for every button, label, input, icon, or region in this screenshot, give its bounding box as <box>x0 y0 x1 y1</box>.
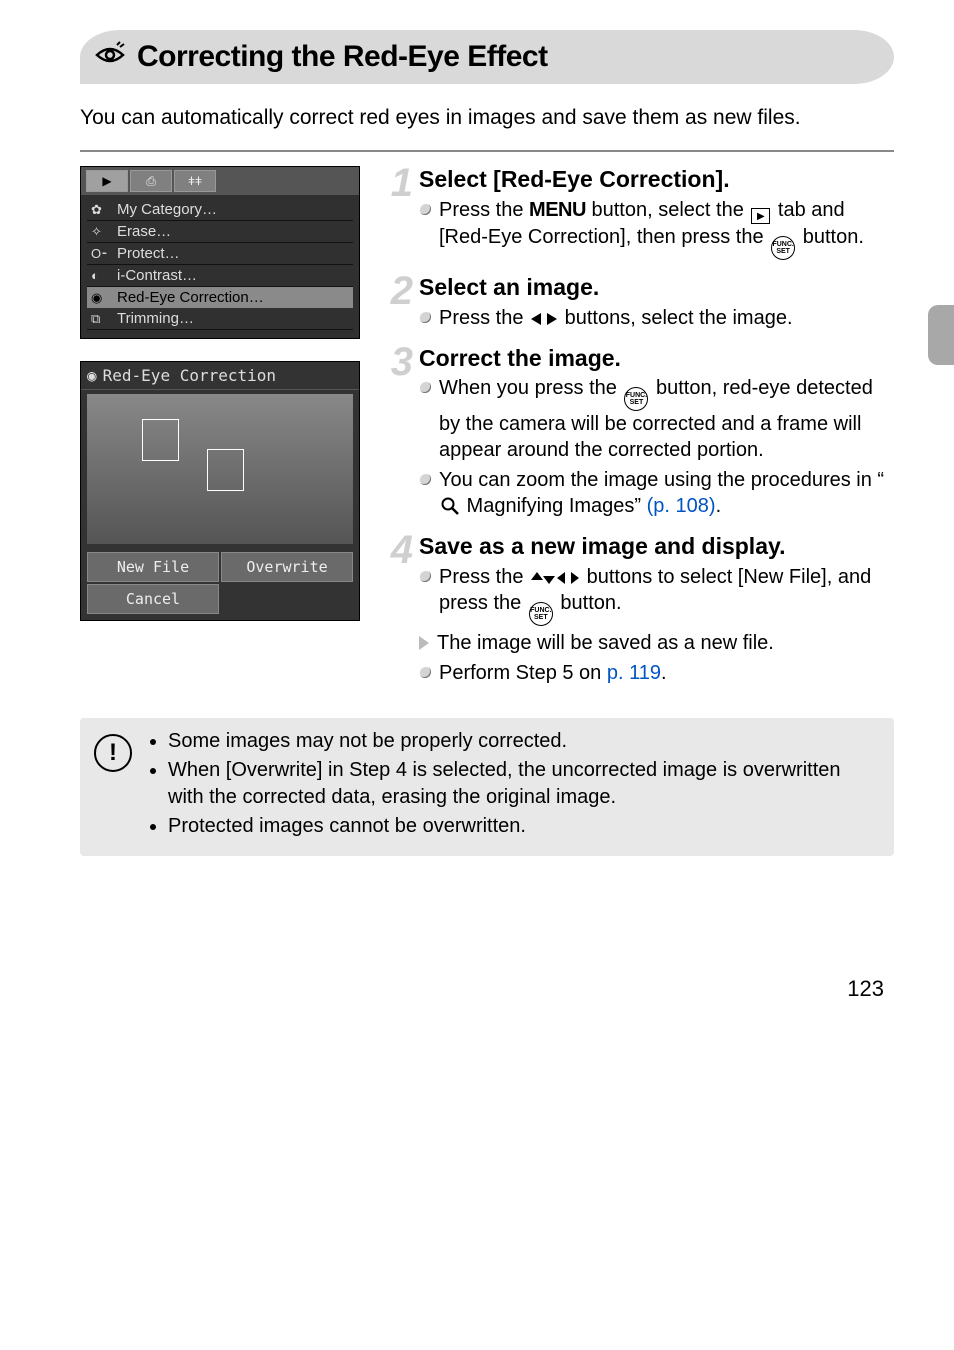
step-bullet: Press the buttons, select the image. <box>419 305 894 331</box>
bullet-text: Perform Step 5 on p. 119. <box>439 660 667 686</box>
menu-item-icontrast: ◐ i-Contrast… <box>87 265 353 287</box>
bullet-text: Press the buttons to select [New File], … <box>439 564 894 626</box>
menu-item-label: Protect… <box>117 245 180 262</box>
step-bullet: The image will be saved as a new file. <box>419 630 894 656</box>
func-set-icon: FUNC.SET <box>622 387 650 411</box>
trimming-icon: ⧉ <box>91 311 109 327</box>
cancel-button: Cancel <box>87 584 219 614</box>
menu-item-label: Red-Eye Correction… <box>117 289 264 306</box>
step-title: Correct the image. <box>419 345 894 371</box>
caution-item: Protected images cannot be overwritten. <box>168 813 880 840</box>
four-way-arrows-icon <box>529 570 581 586</box>
menu-item-redeye: ◉ Red-Eye Correction… <box>87 287 353 308</box>
redeye-small-icon: ◉ <box>87 366 97 385</box>
menu-screenshot: ▶ ⎙ ǂǂ ✿ My Category… ✧ Erase… O⁃ Protect… … <box>80 166 360 339</box>
page-title-bar: Correcting the Red-Eye Effect <box>80 30 894 84</box>
contrast-icon: ◐ <box>91 268 109 283</box>
bullet-text: Press the buttons, select the image. <box>439 305 793 331</box>
menu-button-label: MENU <box>529 199 586 221</box>
menu-item-label: Trimming… <box>117 310 194 327</box>
bullet-icon <box>419 203 431 215</box>
caution-box: ! Some images may not be properly correc… <box>80 718 894 856</box>
menu-item-label: My Category… <box>117 201 217 218</box>
magnify-icon <box>439 497 461 515</box>
menu-item-label: Erase… <box>117 223 171 240</box>
tab-playback-icon: ▶ <box>86 170 128 192</box>
caution-icon: ! <box>94 734 132 772</box>
menu-item-protect: O⁃ Protect… <box>87 243 353 265</box>
func-set-icon: FUNC.SET <box>527 602 555 626</box>
step-2: 2 Select an image. Press the buttons, se… <box>385 274 894 334</box>
step-number: 3 <box>385 345 413 379</box>
step-bullet: You can zoom the image using the procedu… <box>419 467 894 519</box>
tab-print-icon: ⎙ <box>130 170 172 192</box>
redeye-icon <box>95 40 125 74</box>
menu-item-my-category: ✿ My Category… <box>87 199 353 221</box>
redeye-screen-title: ◉ Red-Eye Correction <box>81 362 359 390</box>
bullet-text: Press the MENU button, select the ▶ tab … <box>439 197 894 261</box>
step-bullet: Press the MENU button, select the ▶ tab … <box>419 197 894 261</box>
step-title: Select [Red-Eye Correction]. <box>419 166 894 192</box>
tab-tools-icon: ǂǂ <box>174 170 216 192</box>
bullet-icon <box>419 473 431 485</box>
step-number: 1 <box>385 166 413 200</box>
step-number: 4 <box>385 533 413 567</box>
step-4: 4 Save as a new image and display. Press… <box>385 533 894 689</box>
menu-item-label: i-Contrast… <box>117 267 197 284</box>
step-number: 2 <box>385 274 413 308</box>
step-bullet: Perform Step 5 on p. 119. <box>419 660 894 686</box>
face-box <box>142 419 179 461</box>
bullet-text: When you press the FUNC.SET button, red-… <box>439 375 894 463</box>
bullet-icon <box>419 666 431 678</box>
step-title: Save as a new image and display. <box>419 533 894 559</box>
step-3: 3 Correct the image. When you press the … <box>385 345 894 523</box>
erase-icon: ✧ <box>91 224 109 240</box>
menu-tabs: ▶ ⎙ ǂǂ <box>81 167 359 195</box>
result-arrow-icon <box>419 636 429 650</box>
redeye-screenshot: ◉ Red-Eye Correction New File Overwrite … <box>80 361 360 621</box>
face-box <box>207 449 244 491</box>
bullet-text: The image will be saved as a new file. <box>437 630 774 656</box>
section-rule <box>80 150 894 152</box>
photo-preview <box>87 394 353 544</box>
bullet-icon <box>419 381 431 393</box>
menu-list: ✿ My Category… ✧ Erase… O⁃ Protect… ◐ i-Cont… <box>81 195 359 338</box>
overwrite-button: Overwrite <box>221 552 353 582</box>
caution-item: When [Overwrite] in Step 4 is selected, … <box>168 757 880 811</box>
category-icon: ✿ <box>91 202 109 218</box>
redeye-title-text: Red-Eye Correction <box>103 366 276 385</box>
new-file-button: New File <box>87 552 219 582</box>
step-1: 1 Select [Red-Eye Correction]. Press the… <box>385 166 894 264</box>
func-set-icon: FUNC.SET <box>769 236 797 260</box>
bullet-text: You can zoom the image using the procedu… <box>439 467 894 519</box>
step-title: Select an image. <box>419 274 894 300</box>
menu-item-trimming: ⧉ Trimming… <box>87 308 353 330</box>
page-title: Correcting the Red-Eye Effect <box>137 40 548 74</box>
page-link[interactable]: p. 119 <box>607 662 661 684</box>
protect-icon: O⁃ <box>91 246 109 262</box>
intro-text: You can automatically correct red eyes i… <box>80 104 894 132</box>
page-link[interactable]: (p. 108) <box>647 495 716 517</box>
bullet-icon <box>419 570 431 582</box>
caution-item: Some images may not be properly correcte… <box>168 728 880 755</box>
step-bullet: When you press the FUNC.SET button, red-… <box>419 375 894 463</box>
bullet-icon <box>419 311 431 323</box>
page-number: 123 <box>80 976 894 1002</box>
step-bullet: Press the buttons to select [New File], … <box>419 564 894 626</box>
caution-list: Some images may not be properly correcte… <box>150 728 880 842</box>
left-right-arrows-icon <box>529 311 559 327</box>
page-thumb-tab <box>928 305 954 365</box>
redeye-small-icon: ◉ <box>91 290 109 306</box>
playback-tab-icon: ▶ <box>749 208 772 224</box>
menu-item-erase: ✧ Erase… <box>87 221 353 243</box>
